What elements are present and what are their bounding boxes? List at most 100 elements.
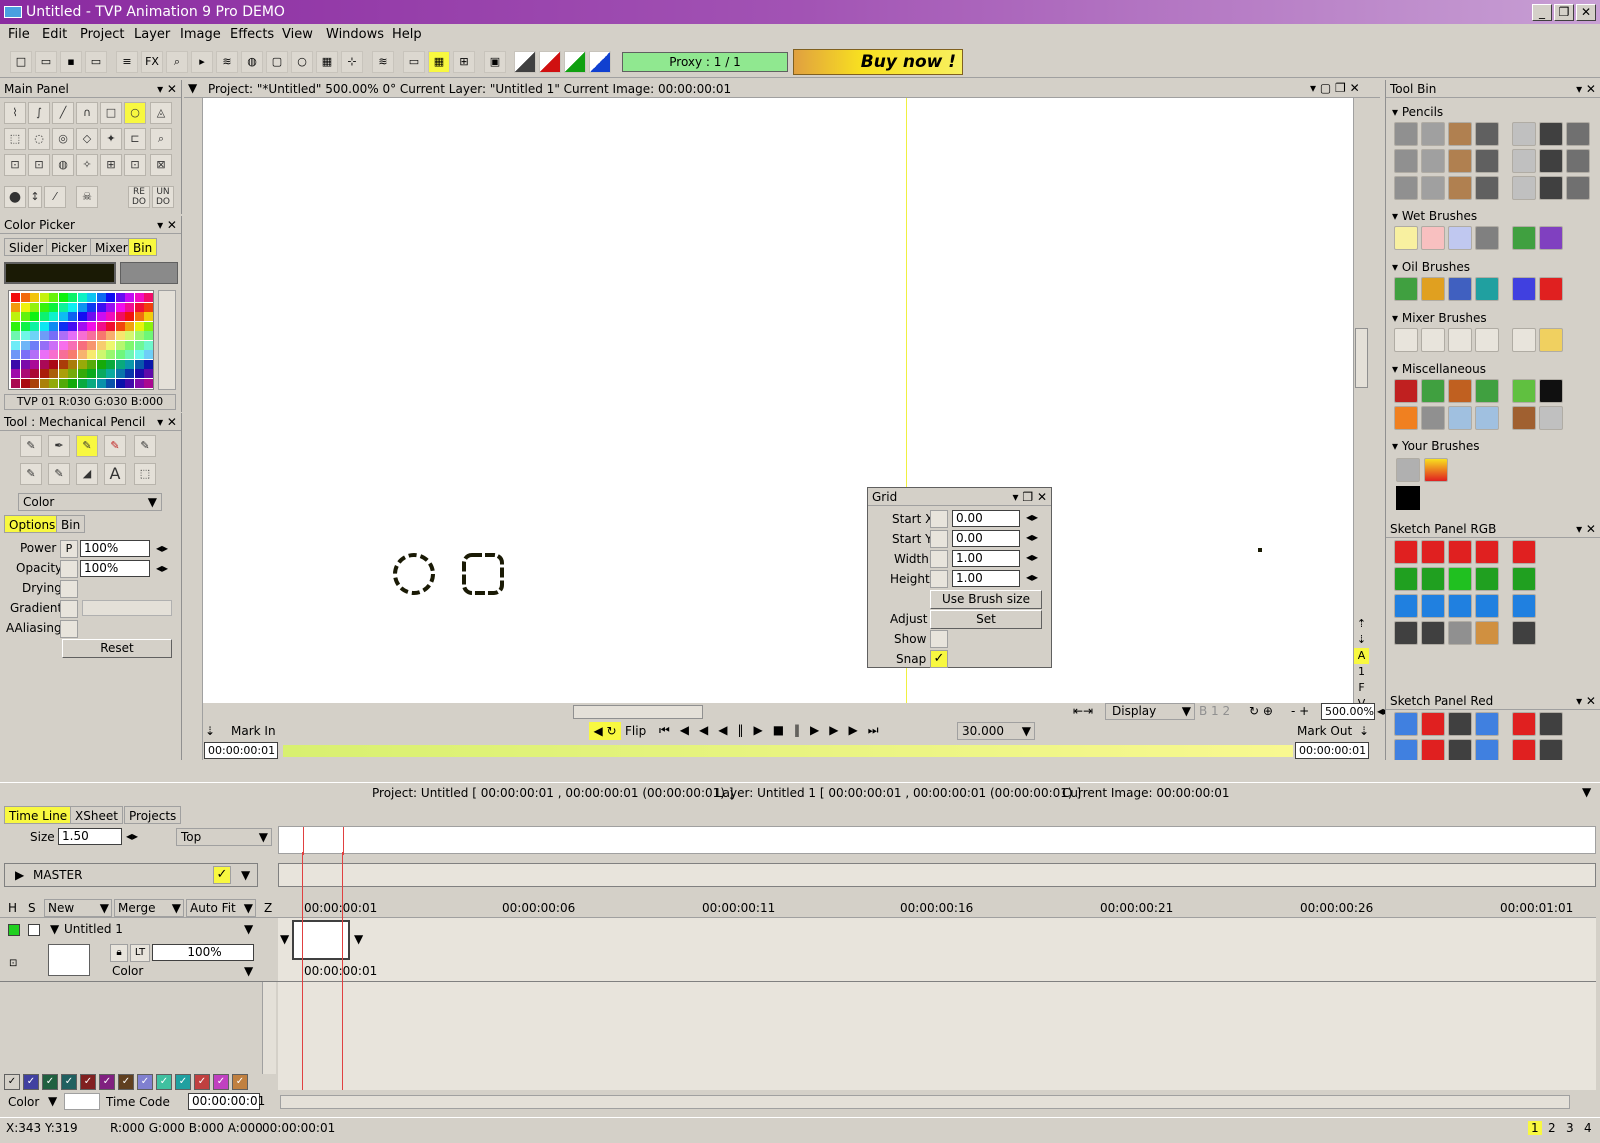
close-button[interactable]: ✕ xyxy=(1576,4,1596,21)
opacity-pressure-toggle[interactable] xyxy=(60,560,78,578)
palette-swatch[interactable] xyxy=(30,302,39,312)
palette-swatch[interactable] xyxy=(20,331,30,340)
time-ruler[interactable]: 00:00:00:01 00:00:00:06 00:00:00:11 00:0… xyxy=(278,898,1596,918)
palette-swatch[interactable] xyxy=(96,321,106,331)
zoom-buttons[interactable]: - + xyxy=(1291,704,1309,718)
start-x-lock[interactable] xyxy=(930,510,948,528)
palette-swatch[interactable] xyxy=(11,340,20,350)
palette-swatch[interactable] xyxy=(49,340,58,350)
brush-preset-icon[interactable] xyxy=(1394,567,1418,591)
palette-swatch[interactable] xyxy=(115,378,125,388)
brush-preset-icon[interactable] xyxy=(1475,176,1499,200)
palette-swatch[interactable] xyxy=(68,312,77,321)
chevron-down-icon[interactable]: ▼ xyxy=(48,1094,57,1108)
mechanical-pencil-icon[interactable]: ✎ xyxy=(76,435,98,457)
palette-swatch[interactable] xyxy=(115,302,125,312)
palette-swatch[interactable] xyxy=(39,312,49,321)
brush-preset-icon[interactable] xyxy=(1421,712,1445,736)
palette-swatch[interactable] xyxy=(39,378,49,388)
brush-preset-icon[interactable] xyxy=(1421,739,1445,760)
palette-swatch[interactable] xyxy=(30,369,39,378)
palette-swatch[interactable] xyxy=(30,312,39,321)
palette-swatch[interactable] xyxy=(20,378,30,388)
stamp-icon[interactable]: ⊡ xyxy=(28,154,50,176)
palette-swatch[interactable] xyxy=(30,378,39,388)
panel-close-icon[interactable]: ▾ ✕ xyxy=(157,413,177,431)
brush-preset-icon[interactable] xyxy=(1421,540,1445,564)
menu-help[interactable]: Help xyxy=(392,27,422,42)
palette-swatch[interactable] xyxy=(115,312,125,321)
gradient-checkbox[interactable] xyxy=(60,600,78,618)
status-page-1[interactable]: 1 xyxy=(1528,1121,1542,1135)
palette-swatch[interactable] xyxy=(39,302,49,312)
palette-swatch[interactable] xyxy=(115,331,125,340)
size-arrows-icon[interactable]: ↕ xyxy=(28,186,42,208)
palette-swatch[interactable] xyxy=(96,340,106,350)
palette-swatch[interactable] xyxy=(106,378,115,388)
brush-preset-icon[interactable] xyxy=(1421,406,1445,430)
fx-button[interactable]: FX xyxy=(141,51,163,73)
layers-icon[interactable]: ≋ xyxy=(216,51,238,73)
col-s[interactable]: S xyxy=(28,901,36,915)
view-a-button[interactable]: A xyxy=(1354,648,1369,664)
color-filter-checkbox[interactable]: ✓ xyxy=(156,1074,172,1090)
palette-swatch[interactable] xyxy=(58,359,68,369)
palette-swatch[interactable] xyxy=(11,312,20,321)
palette-swatch[interactable] xyxy=(144,378,153,388)
layer-name[interactable]: Untitled 1 xyxy=(64,922,123,936)
group-oil-brushes[interactable]: ▾ Oil Brushes xyxy=(1392,260,1470,274)
aaliasing-checkbox[interactable] xyxy=(60,620,78,638)
brush-preset-icon[interactable] xyxy=(1421,594,1445,618)
color-filter-checkbox[interactable]: ✓ xyxy=(194,1074,210,1090)
col-z[interactable]: Z xyxy=(264,901,272,915)
panel-close-icon[interactable]: ▾ ✕ xyxy=(1576,520,1596,538)
palette-swatch[interactable] xyxy=(144,321,153,331)
palette-swatch[interactable] xyxy=(68,321,77,331)
scroll-up-icon[interactable]: ⇡ xyxy=(1354,616,1369,632)
brush-preset-icon[interactable] xyxy=(1566,176,1590,200)
palette-swatch[interactable] xyxy=(96,312,106,321)
pen-tool-icon[interactable]: ✒ xyxy=(48,435,70,457)
rotate-icon[interactable]: ↻ ⊕ xyxy=(1249,704,1273,718)
display-dropdown[interactable]: Display ▼ xyxy=(1105,703,1195,720)
brush-preset-icon[interactable] xyxy=(1394,739,1418,760)
chevron-down-icon[interactable]: ▼ xyxy=(1582,785,1591,799)
col-h[interactable]: H xyxy=(8,901,17,915)
palette-swatch[interactable] xyxy=(68,302,77,312)
redo-button[interactable]: RE DO xyxy=(128,186,150,208)
brush-preset-icon[interactable] xyxy=(1566,149,1590,173)
height-lock[interactable] xyxy=(930,570,948,588)
time-in-field[interactable]: 00:00:00:01 xyxy=(204,742,278,759)
palette-swatch[interactable] xyxy=(106,293,115,302)
palette-swatch[interactable] xyxy=(134,378,144,388)
palette-swatch[interactable] xyxy=(125,378,134,388)
palette-swatch[interactable] xyxy=(106,369,115,378)
palette-swatch[interactable] xyxy=(58,378,68,388)
brush-preset-icon[interactable] xyxy=(1394,277,1418,301)
palette-swatch[interactable] xyxy=(58,340,68,350)
brush-tools-icon[interactable]: ≡ xyxy=(116,51,138,73)
brush-preset-icon[interactable] xyxy=(1512,406,1536,430)
palette-swatch[interactable] xyxy=(39,350,49,359)
restore-button[interactable]: ❐ xyxy=(1554,4,1574,21)
buy-now-banner[interactable]: Buy now ! xyxy=(793,49,963,75)
palette-swatch[interactable] xyxy=(77,378,87,388)
brush-preset-icon[interactable] xyxy=(1421,567,1445,591)
tab-slider[interactable]: Slider xyxy=(4,238,49,256)
palette-swatch[interactable] xyxy=(77,331,87,340)
palette-swatch[interactable] xyxy=(49,359,58,369)
timeline-h-scrollbar[interactable] xyxy=(280,1095,1570,1109)
brush-preset-icon[interactable] xyxy=(1394,379,1418,403)
layer-solo-toggle[interactable] xyxy=(28,924,40,936)
size-field[interactable]: 1.50 xyxy=(58,828,122,845)
layer-expand-icon[interactable]: ▼ xyxy=(50,922,59,936)
folder-icon[interactable]: ▭ xyxy=(85,51,107,73)
palette-swatch[interactable] xyxy=(77,321,87,331)
opacity-field[interactable]: 100% xyxy=(80,560,150,577)
palette-swatch[interactable] xyxy=(134,293,144,302)
color-filter-checkbox[interactable]: ✓ xyxy=(80,1074,96,1090)
brush-preset-icon[interactable] xyxy=(1475,226,1499,250)
brush-preset-icon[interactable] xyxy=(1539,149,1563,173)
palette-swatch[interactable] xyxy=(134,321,144,331)
brush-preset-icon[interactable] xyxy=(1394,621,1418,645)
